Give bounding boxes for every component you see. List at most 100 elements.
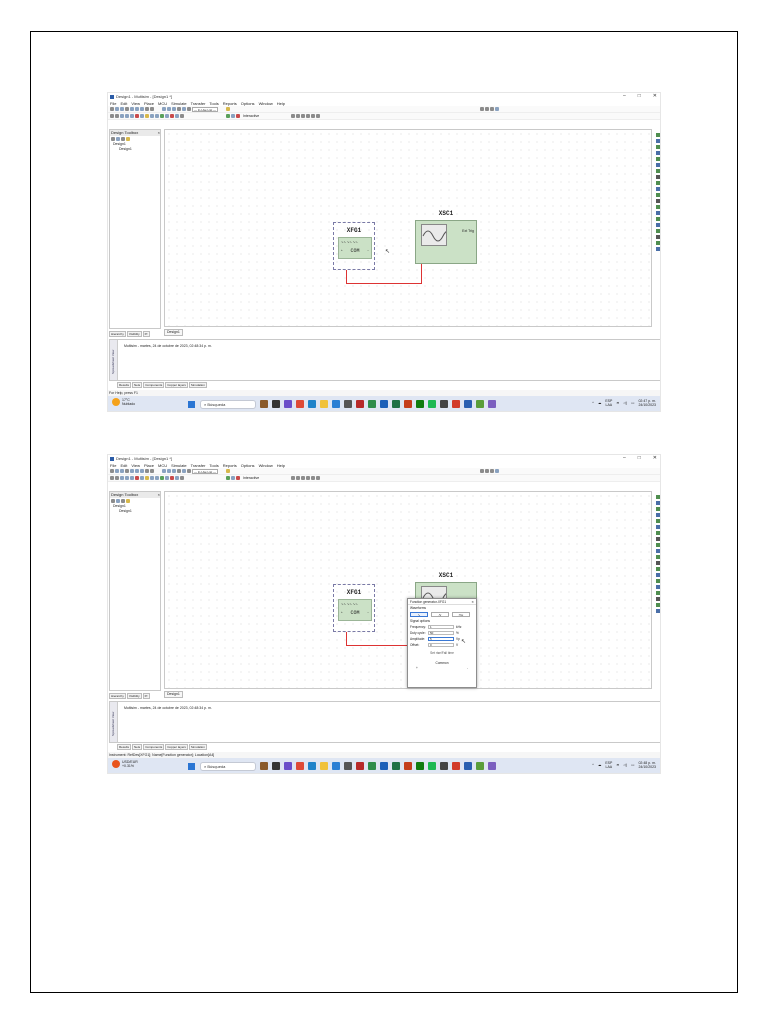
tab-design-document[interactable]: Design1 [164, 329, 183, 336]
close-icon[interactable]: × [158, 492, 160, 498]
spotify-icon[interactable] [428, 400, 436, 408]
indicator-icon[interactable] [150, 114, 154, 118]
sine-wave-button[interactable]: ∿ [410, 612, 428, 617]
tab-nets[interactable]: Nets [132, 382, 143, 388]
current-probe-icon[interactable] [656, 603, 660, 607]
spectrum-analyzer-icon[interactable] [656, 205, 660, 209]
windows-start-icon[interactable] [188, 763, 195, 770]
basic-icon[interactable] [115, 476, 119, 480]
hierarchy-icon[interactable] [121, 499, 125, 503]
close-button[interactable]: ✕ [653, 93, 657, 100]
menu-help[interactable]: Help [277, 101, 285, 106]
database-icon[interactable] [177, 469, 181, 473]
tab-results[interactable]: Results [117, 382, 132, 388]
acrobat-icon[interactable] [452, 762, 460, 770]
probe-voltage-icon[interactable] [296, 114, 301, 118]
tree-item-design-child[interactable]: Design1 [113, 509, 160, 514]
currency-widget[interactable]: USD/EUR +0.31% [112, 760, 138, 768]
bode-plotter-icon[interactable] [656, 163, 660, 167]
erc-icon[interactable] [187, 107, 191, 111]
agilent-generator-icon[interactable] [656, 579, 660, 583]
maximize-button[interactable]: □ [638, 93, 641, 100]
menu-tools[interactable]: Tools [209, 101, 218, 106]
spreadsheet-icon[interactable] [172, 107, 176, 111]
chrome-alt-icon[interactable] [368, 400, 376, 408]
run-icon[interactable] [226, 114, 230, 118]
probe-icon[interactable] [291, 114, 296, 118]
pause-icon[interactable] [231, 476, 235, 480]
outlook-icon[interactable] [464, 762, 472, 770]
advanced-peripherals-icon[interactable] [165, 476, 169, 480]
xbox-icon[interactable] [416, 762, 424, 770]
network-analyzer-icon[interactable] [656, 573, 660, 577]
misc-icon[interactable] [160, 476, 164, 480]
lock-icon[interactable] [126, 499, 130, 503]
store-icon[interactable] [332, 762, 340, 770]
menu-place[interactable]: Place [144, 101, 154, 106]
save-icon[interactable] [120, 107, 124, 111]
menu-transfer[interactable]: Transfer [191, 101, 206, 106]
save-icon[interactable] [120, 469, 124, 473]
postprocessor-icon[interactable] [167, 107, 171, 111]
edge-icon[interactable] [308, 400, 316, 408]
analog-icon[interactable] [130, 114, 134, 118]
word-icon[interactable] [380, 762, 388, 770]
four-channel-oscilloscope-icon[interactable] [656, 157, 660, 161]
lock-icon[interactable] [126, 137, 130, 141]
print-icon[interactable] [125, 469, 129, 473]
set-rise-fall-button[interactable]: Set rise/Fall time [408, 651, 476, 655]
tab-components[interactable]: Components [143, 744, 165, 750]
menu-view[interactable]: View [131, 463, 140, 468]
menu-view[interactable]: View [131, 101, 140, 106]
close-icon[interactable]: × [158, 130, 160, 136]
labview-icon[interactable] [656, 247, 660, 251]
analog-icon[interactable] [130, 476, 134, 480]
zoom-out-icon[interactable] [485, 107, 489, 111]
power-icon[interactable] [155, 476, 159, 480]
tab-hierarchy[interactable]: Hierarchy [109, 693, 126, 699]
chat-icon[interactable] [284, 400, 292, 408]
wire[interactable] [346, 632, 347, 646]
current-probe-icon[interactable] [656, 241, 660, 245]
wire[interactable] [346, 645, 408, 646]
menu-mcu[interactable]: MCU [158, 463, 167, 468]
erc-icon[interactable] [187, 469, 191, 473]
spectrum-analyzer-icon[interactable] [656, 567, 660, 571]
diode-icon[interactable] [120, 114, 124, 118]
ttl-icon[interactable] [135, 114, 139, 118]
square-wave-button[interactable]: ⊓⊔ [452, 612, 470, 617]
taskbar-search[interactable]: ⌕ Búsqueda [200, 400, 256, 409]
agilent-multimeter-icon[interactable] [656, 585, 660, 589]
excel-icon[interactable] [392, 400, 400, 408]
cmos-icon[interactable] [140, 476, 144, 480]
function-generator-xfg1[interactable]: XFG1 ∿∿ ∿∿ ∿∿ + COM − [333, 222, 375, 270]
duty-cycle-unit[interactable]: % [456, 631, 464, 635]
menu-mcu[interactable]: MCU [158, 101, 167, 106]
excel-icon[interactable] [392, 762, 400, 770]
teams-icon[interactable] [488, 762, 496, 770]
agilent-oscilloscope-icon[interactable] [656, 591, 660, 595]
stop-icon[interactable] [236, 476, 240, 480]
source-icon[interactable] [110, 476, 114, 480]
wattmeter-icon[interactable] [656, 145, 660, 149]
electromechanical-icon[interactable] [175, 476, 179, 480]
mcu-icon[interactable] [180, 476, 184, 480]
copy-icon[interactable] [135, 469, 139, 473]
function-generator-icon[interactable] [656, 501, 660, 505]
zoom-area-icon[interactable] [490, 469, 494, 473]
database-icon[interactable] [177, 107, 181, 111]
tab-visibility[interactable]: Visibility [126, 693, 142, 699]
probe-digital-icon[interactable] [311, 476, 316, 480]
zoom-fit-icon[interactable] [495, 469, 499, 473]
tab-results[interactable]: Results [117, 744, 132, 750]
zoom-in-icon[interactable] [480, 107, 484, 111]
probe-ref-icon[interactable] [316, 476, 321, 480]
ttl-icon[interactable] [135, 476, 139, 480]
component-wizard-icon[interactable] [182, 469, 186, 473]
word-generator-icon[interactable] [656, 537, 660, 541]
help-icon[interactable] [226, 469, 230, 473]
tab-simulation[interactable]: Simulation [188, 382, 207, 388]
menu-simulate[interactable]: Simulate [171, 101, 187, 106]
logic-converter-icon[interactable] [656, 181, 660, 185]
wire[interactable] [346, 270, 347, 284]
